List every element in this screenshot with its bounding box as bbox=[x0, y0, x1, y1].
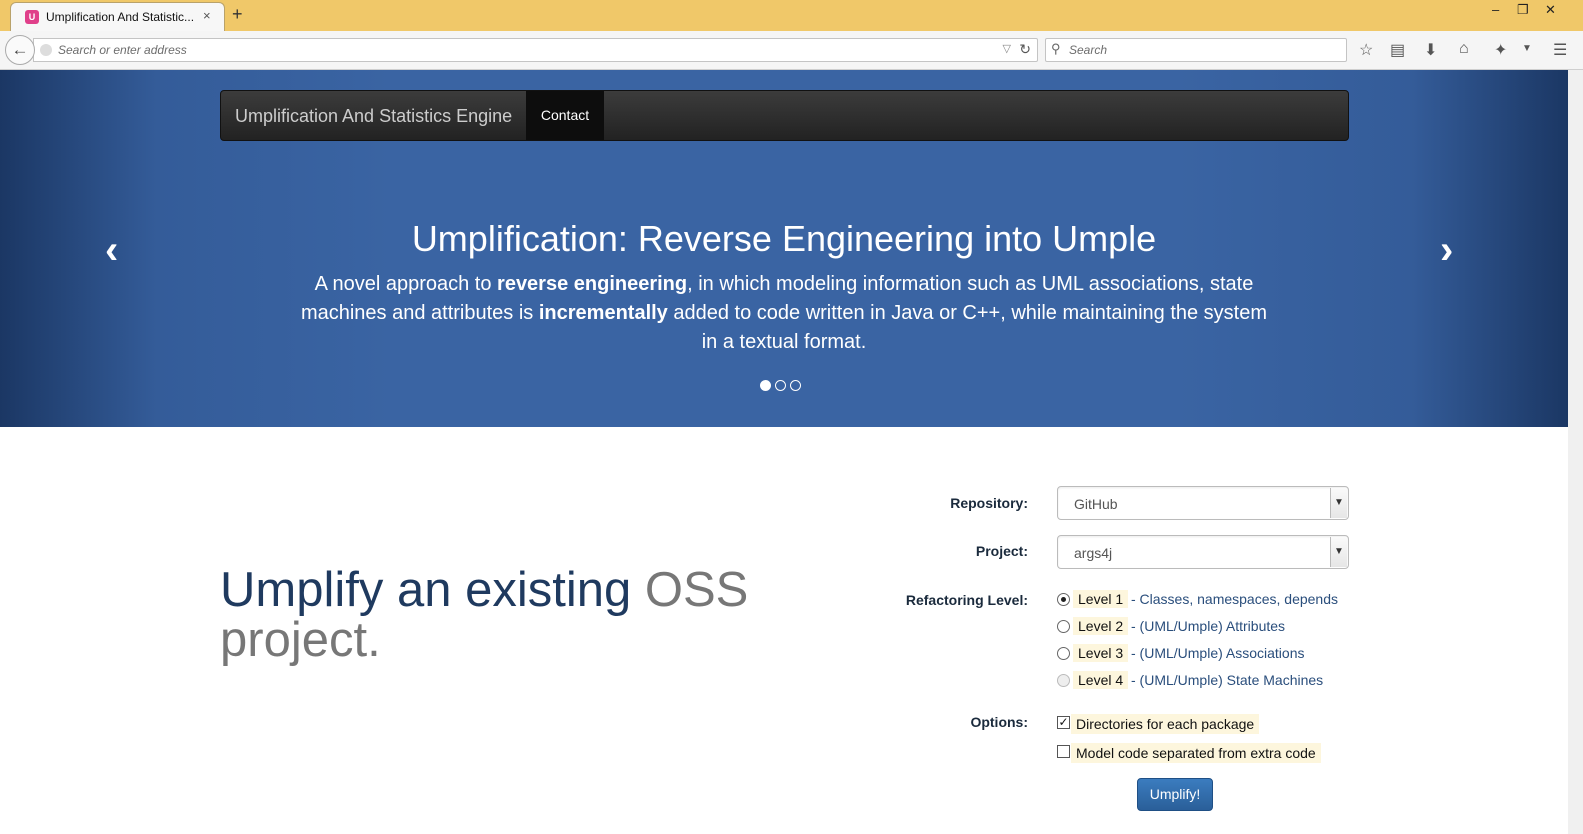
option-label: Model code separated from extra code bbox=[1071, 743, 1321, 763]
browser-toolbar: Search or enter address ▽ ↻ ← ⚲ Search ☆… bbox=[0, 31, 1583, 70]
level-1-radio[interactable] bbox=[1057, 593, 1070, 606]
close-window-icon[interactable]: ✕ bbox=[1545, 2, 1556, 18]
site-brand[interactable]: Umplification And Statistics Engine bbox=[235, 106, 512, 127]
carousel-title: Umplification: Reverse Engineering into … bbox=[411, 218, 1157, 259]
carousel-text: A novel approach to reverse engineering,… bbox=[300, 273, 1268, 353]
checkbox[interactable] bbox=[1057, 745, 1070, 758]
globe-icon bbox=[40, 44, 52, 56]
bookmark-star-icon[interactable]: ☆ bbox=[1359, 40, 1373, 60]
carousel-dot[interactable] bbox=[790, 380, 801, 391]
nav-contact-link[interactable]: Contact bbox=[526, 91, 604, 140]
level-tag: Level 4 bbox=[1073, 671, 1129, 689]
reload-icon[interactable]: ↻ bbox=[1019, 41, 1031, 58]
option-label: Directories for each package bbox=[1071, 714, 1260, 734]
refactoring-level-label: Refactoring Level: bbox=[905, 592, 1028, 608]
new-tab-button[interactable]: + bbox=[232, 4, 243, 25]
chevron-down-icon: ▼ bbox=[1330, 537, 1347, 567]
level-tag: Level 2 bbox=[1073, 617, 1129, 635]
page-scrollbar[interactable] bbox=[1568, 70, 1583, 834]
dropdown-icon[interactable]: ▽ bbox=[1003, 42, 1011, 55]
level-desc: - (UML/Umple) Attributes bbox=[1131, 618, 1286, 634]
options-label: Options: bbox=[970, 714, 1028, 730]
site-navbar: Umplification And Statistics Engine Cont… bbox=[220, 90, 1349, 141]
umplify-button[interactable]: Umplify! bbox=[1137, 778, 1213, 811]
search-placeholder: Search bbox=[1069, 43, 1108, 57]
level-2-radio[interactable] bbox=[1057, 620, 1070, 633]
repository-select[interactable]: GitHub ▼ bbox=[1057, 486, 1349, 520]
browser-titlebar: U Umplification And Statistic... × + – ❐… bbox=[0, 0, 1583, 31]
url-placeholder: Search or enter address bbox=[58, 43, 187, 57]
addon-icon[interactable]: ✦ bbox=[1494, 40, 1507, 60]
level-4-radio[interactable] bbox=[1057, 674, 1070, 687]
browser-tab[interactable]: U Umplification And Statistic... × bbox=[10, 2, 225, 31]
carousel-indicators bbox=[760, 378, 805, 396]
back-button[interactable]: ← bbox=[5, 35, 35, 65]
level-tag: Level 1 bbox=[1073, 590, 1129, 608]
chevron-down-icon: ▼ bbox=[1330, 488, 1347, 518]
repository-label: Repository: bbox=[950, 495, 1028, 511]
project-select[interactable]: args4j ▼ bbox=[1057, 535, 1349, 569]
restore-icon[interactable]: ❐ bbox=[1517, 2, 1529, 18]
project-value: args4j bbox=[1074, 545, 1113, 561]
level-desc: - Classes, namespaces, depends bbox=[1131, 591, 1338, 607]
repository-value: GitHub bbox=[1074, 496, 1118, 512]
url-bar[interactable]: Search or enter address ▽ ↻ bbox=[33, 38, 1038, 62]
bookmarks-list-icon[interactable]: ▤ bbox=[1390, 40, 1405, 60]
level-desc: - (UML/Umple) State Machines bbox=[1131, 672, 1324, 688]
home-icon[interactable]: ⌂ bbox=[1459, 40, 1469, 58]
check-icon[interactable]: ✓ bbox=[1057, 716, 1070, 729]
chevron-down-icon[interactable]: ▼ bbox=[1522, 43, 1532, 54]
close-tab-icon[interactable]: × bbox=[203, 8, 211, 23]
level-desc: - (UML/Umple) Associations bbox=[1131, 645, 1305, 661]
level-tag: Level 3 bbox=[1073, 644, 1129, 662]
carousel-dot[interactable] bbox=[775, 380, 786, 391]
search-icon: ⚲ bbox=[1051, 41, 1061, 56]
favicon-icon: U bbox=[25, 10, 39, 24]
level-3-radio[interactable] bbox=[1057, 647, 1070, 660]
tab-title: Umplification And Statistic... bbox=[46, 10, 195, 24]
minimize-icon[interactable]: – bbox=[1492, 2, 1499, 17]
search-bar[interactable]: ⚲ Search bbox=[1045, 38, 1347, 62]
carousel-dot[interactable] bbox=[760, 380, 771, 391]
menu-icon[interactable]: ☰ bbox=[1553, 40, 1567, 60]
page-headline: Umplify an existing OSS project. bbox=[220, 563, 749, 667]
download-icon[interactable]: ⬇ bbox=[1424, 40, 1437, 60]
hero-carousel: Umplification And Statistics Engine Cont… bbox=[0, 70, 1568, 427]
project-label: Project: bbox=[975, 543, 1028, 559]
